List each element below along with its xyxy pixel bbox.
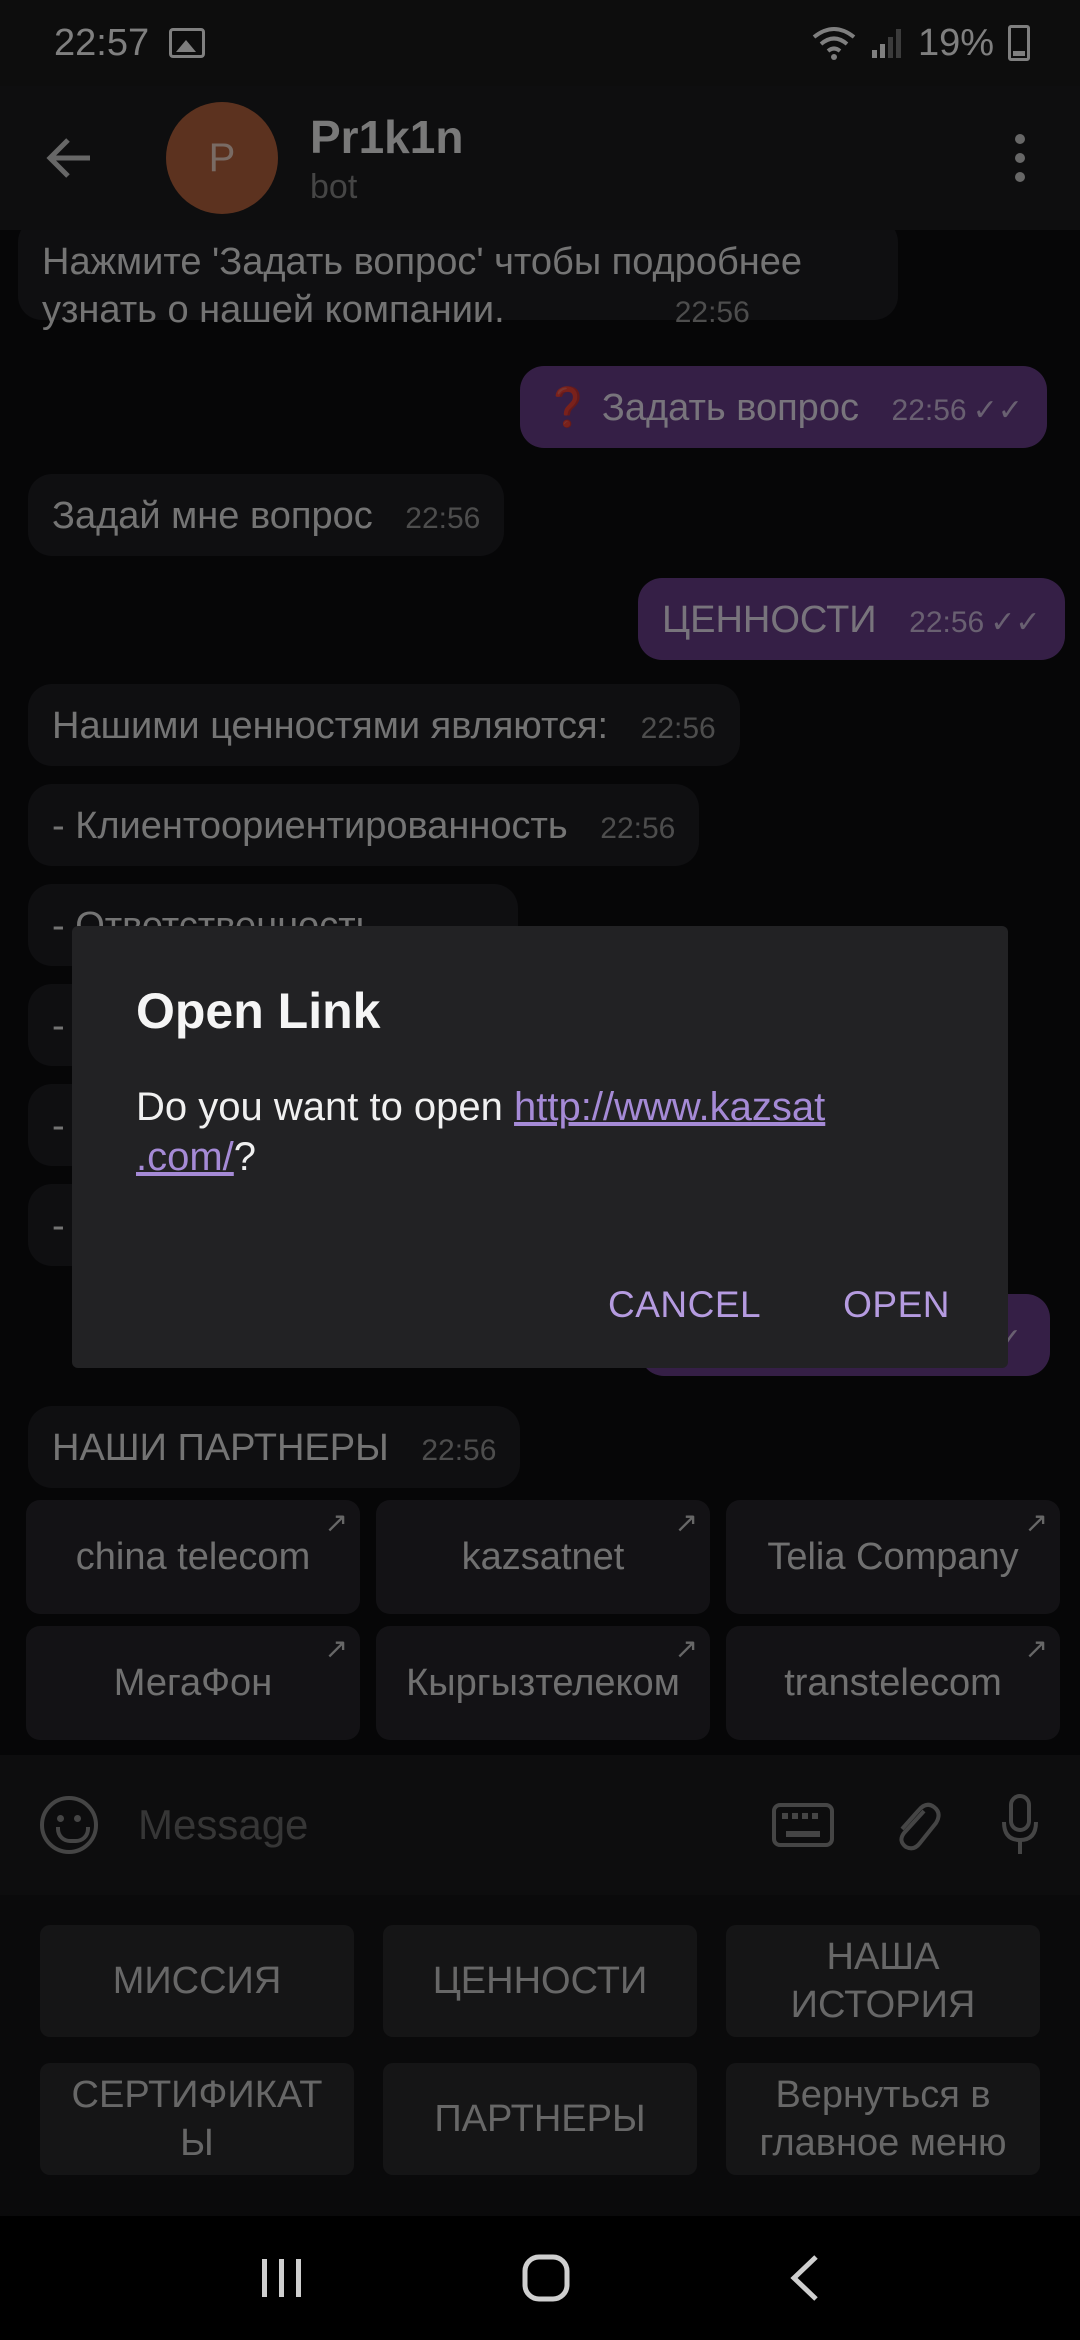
dialog-message: Do you want to open http://www.kazsat .c…	[136, 1082, 944, 1182]
open-button[interactable]: OPEN	[843, 1284, 950, 1326]
dialog-link-part2[interactable]: .com/	[136, 1135, 234, 1179]
dialog-title: Open Link	[136, 983, 381, 1039]
back-nav-icon[interactable]	[786, 2253, 822, 2303]
dialog-suffix: ?	[233, 1135, 257, 1179]
dialog-actions: CANCEL OPEN	[608, 1284, 950, 1326]
open-link-dialog: Open Link Do you want to open http://www…	[72, 926, 1008, 1368]
cancel-button[interactable]: CANCEL	[608, 1284, 761, 1326]
home-icon[interactable]	[521, 2253, 571, 2303]
dialog-link-part1[interactable]: http://www.kazsat	[514, 1085, 825, 1129]
recent-apps-icon[interactable]	[258, 2255, 306, 2301]
system-nav-bar	[0, 2216, 1080, 2340]
dialog-prompt: Do you want to open	[136, 1085, 515, 1129]
